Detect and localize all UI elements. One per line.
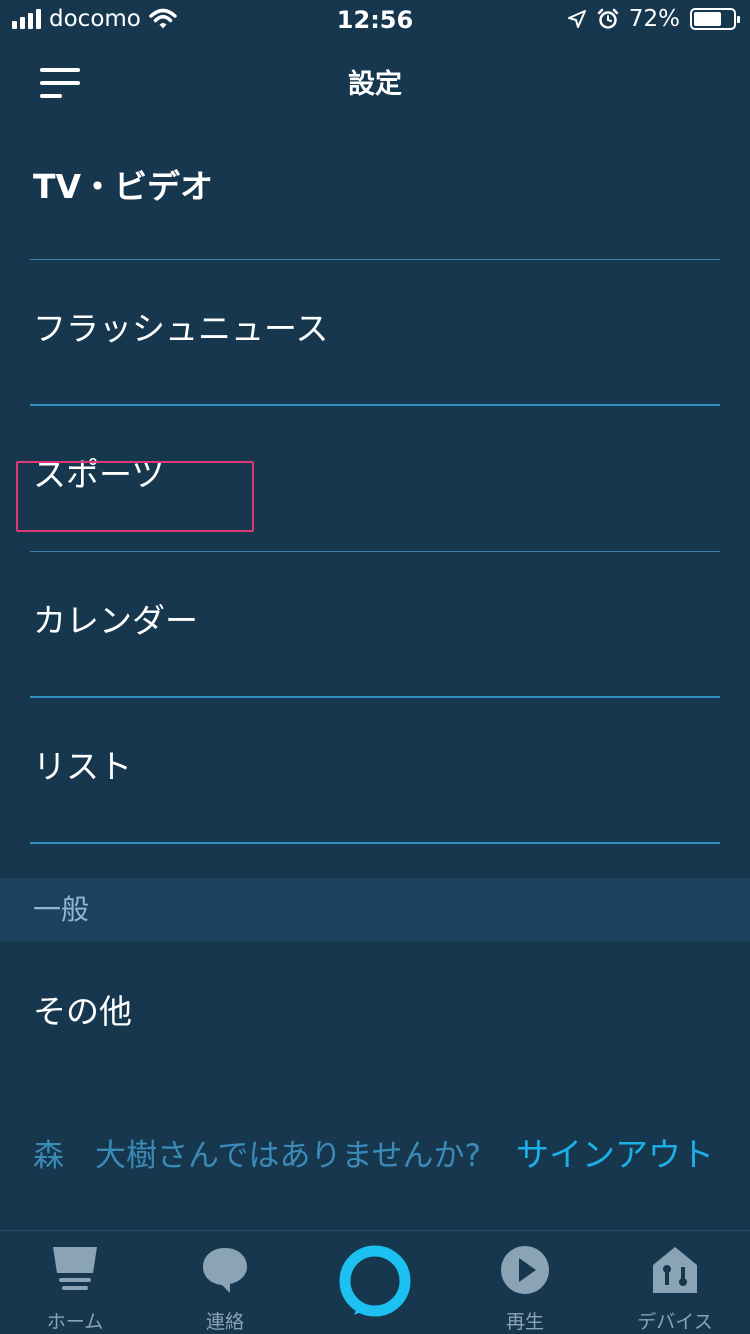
tab-label: デバイス xyxy=(637,1311,713,1333)
tab-label: 再生 xyxy=(505,1311,544,1333)
tab-bar: ホーム 連絡 再生 デバイス xyxy=(0,1230,750,1334)
settings-item-label: カレンダー xyxy=(33,601,198,640)
page-title: 設定 xyxy=(348,69,402,100)
settings-item-tv-video[interactable]: TV・ビデオ xyxy=(0,115,750,260)
settings-item-label: TV・ビデオ xyxy=(33,167,214,206)
settings-item-flash-news[interactable]: フラッシュニュース xyxy=(0,260,750,406)
settings-item-label: その他 xyxy=(33,992,132,1031)
battery-icon xyxy=(690,8,740,30)
not-user-text: 森 大樹さんではありませんか? xyxy=(33,1138,481,1174)
status-bar: docomo 12:56 72% xyxy=(0,0,750,40)
alarm-icon xyxy=(597,8,619,29)
tab-play[interactable]: 再生 xyxy=(450,1231,600,1334)
tab-alexa[interactable] xyxy=(300,1231,450,1334)
location-icon xyxy=(567,10,586,28)
settings-item-label: フラッシュニュース xyxy=(33,309,329,348)
chat-bubble-icon xyxy=(203,1248,247,1293)
home-icon xyxy=(53,1247,97,1290)
devices-icon xyxy=(653,1247,697,1293)
settings-item-calendar[interactable]: カレンダー xyxy=(0,552,750,698)
tab-label: ホーム xyxy=(46,1311,104,1333)
tab-home[interactable]: ホーム xyxy=(0,1231,150,1334)
status-right: 72% xyxy=(567,6,740,32)
divider xyxy=(30,842,720,844)
alexa-ring-icon xyxy=(339,1245,411,1317)
account-row: 森 大樹さんではありませんか? サインアウト xyxy=(33,1130,714,1180)
settings-item-lists[interactable]: リスト xyxy=(0,698,750,844)
sign-out-link[interactable]: サインアウト xyxy=(516,1128,714,1176)
battery-level xyxy=(694,12,722,26)
section-header-general: 一般 xyxy=(0,878,750,941)
tab-label: 連絡 xyxy=(205,1311,244,1333)
calendar-highlight-box xyxy=(16,461,254,532)
tab-devices[interactable]: デバイス xyxy=(600,1231,750,1334)
nav-bar: 設定 xyxy=(0,40,750,120)
section-header-label: 一般 xyxy=(33,893,90,926)
settings-item-other[interactable]: その他 xyxy=(0,941,750,1071)
battery-percent: 72% xyxy=(628,6,680,32)
settings-item-label: リスト xyxy=(33,747,132,786)
tab-communicate[interactable]: 連絡 xyxy=(150,1231,300,1334)
play-icon xyxy=(501,1246,549,1294)
